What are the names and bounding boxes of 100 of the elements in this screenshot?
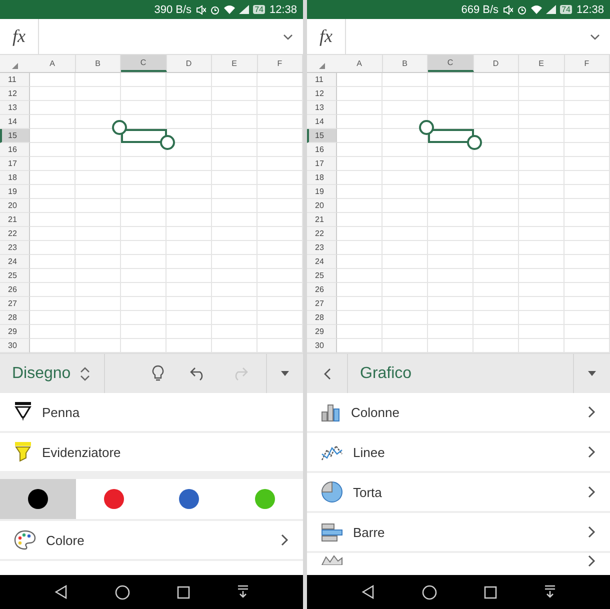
row-header[interactable]: 22 (0, 227, 30, 241)
column-header[interactable]: E (212, 55, 258, 72)
function-button[interactable]: fx (0, 19, 39, 54)
notifications-nav-icon[interactable] (544, 585, 556, 599)
column-chart-icon (321, 402, 341, 422)
mute-icon (196, 4, 206, 14)
row-header[interactable]: 12 (307, 87, 337, 101)
row-header[interactable]: 28 (307, 311, 337, 325)
row-header[interactable]: 17 (0, 157, 30, 171)
selection-handle[interactable] (112, 120, 127, 135)
column-header[interactable]: D (166, 55, 212, 72)
clock: 12:38 (269, 4, 297, 16)
caret-down-icon[interactable] (587, 370, 597, 376)
home-nav-icon[interactable] (114, 584, 130, 600)
row-header[interactable]: 17 (307, 157, 337, 171)
function-button[interactable]: fx (307, 19, 346, 54)
row-header[interactable]: 11 (0, 73, 30, 87)
row-header[interactable]: 26 (0, 283, 30, 297)
mute-icon (502, 4, 513, 14)
row-header[interactable]: 29 (0, 325, 30, 339)
alarm-icon (516, 4, 527, 14)
row-header[interactable]: 21 (307, 213, 337, 227)
row-header[interactable]: 11 (307, 73, 337, 87)
area-chart-icon (321, 555, 343, 565)
signal-icon (546, 5, 556, 14)
toolbar-title: Grafico (359, 364, 413, 382)
column-header[interactable]: C (121, 55, 166, 72)
column-header[interactable]: C (428, 55, 474, 72)
row-header[interactable]: 27 (307, 297, 337, 311)
home-nav-icon[interactable] (422, 584, 437, 600)
chevron-down-icon[interactable] (590, 34, 600, 40)
tool-item[interactable]: Penna (42, 404, 289, 420)
row-header[interactable]: 15 (0, 129, 30, 143)
row-header[interactable]: 22 (307, 227, 337, 241)
wifi-icon (530, 5, 542, 14)
chevron-right-icon (588, 555, 596, 567)
color-swatch[interactable] (0, 479, 76, 519)
battery-level: 74 (560, 5, 572, 14)
recents-nav-icon[interactable] (177, 586, 190, 598)
row-header[interactable]: 23 (307, 241, 337, 255)
chevron-down-icon[interactable] (283, 34, 293, 40)
row-header[interactable]: 25 (0, 269, 30, 283)
row-header[interactable]: 19 (0, 185, 30, 199)
selection-handle[interactable] (419, 120, 434, 135)
selection-handle[interactable] (466, 135, 482, 150)
pen-icon (14, 402, 32, 422)
row-header[interactable]: 28 (0, 311, 30, 325)
row-header[interactable]: 18 (0, 171, 30, 185)
back-nav-icon[interactable] (360, 585, 375, 599)
menu-item[interactable]: Linee (353, 444, 578, 460)
tool-item[interactable]: Evidenziatore (42, 444, 289, 460)
row-header[interactable]: 16 (307, 143, 337, 157)
row-header[interactable]: 29 (307, 325, 337, 339)
column-header[interactable]: D (474, 55, 519, 72)
recents-nav-icon[interactable] (484, 586, 498, 598)
row-header[interactable]: 21 (0, 213, 30, 227)
chevron-right-icon (588, 446, 596, 458)
palette-icon (14, 530, 36, 550)
column-header[interactable]: A (30, 55, 76, 72)
signal-icon (238, 5, 249, 14)
column-header[interactable]: A (337, 55, 382, 72)
toolbar-title[interactable]: Disegno (0, 364, 70, 382)
row-header[interactable]: 24 (307, 255, 337, 269)
back-nav-icon[interactable] (54, 585, 68, 599)
notifications-nav-icon[interactable] (237, 585, 250, 599)
select-all-icon[interactable] (12, 63, 18, 69)
row-header[interactable]: 12 (0, 87, 30, 101)
column-header[interactable]: F (564, 55, 610, 72)
row-header[interactable]: 25 (307, 269, 337, 283)
pie-chart-icon (321, 481, 343, 503)
row-header[interactable]: 30 (0, 339, 30, 353)
menu-item[interactable]: Colore (46, 532, 271, 548)
column-header[interactable]: E (519, 55, 564, 72)
row-header[interactable]: 27 (0, 297, 30, 311)
row-header[interactable]: 20 (307, 199, 337, 213)
row-header[interactable]: 30 (307, 339, 337, 353)
row-header[interactable]: 14 (307, 115, 337, 129)
menu-item[interactable]: Barre (353, 524, 578, 540)
menu-item[interactable]: Torta (353, 484, 578, 500)
row-header[interactable]: 13 (307, 101, 337, 115)
row-header[interactable]: 13 (0, 101, 30, 115)
highlighter-icon (14, 442, 32, 462)
row-header[interactable]: 15 (307, 129, 337, 143)
menu-item[interactable]: Colonne (351, 404, 578, 420)
row-header[interactable]: 18 (307, 171, 337, 185)
row-header[interactable]: 24 (0, 255, 30, 269)
caret-down-icon[interactable] (280, 370, 290, 376)
row-header[interactable]: 16 (0, 143, 30, 157)
row-header[interactable]: 26 (307, 283, 337, 297)
selection-handle[interactable] (160, 135, 174, 150)
row-header[interactable]: 14 (0, 115, 30, 129)
row-header[interactable]: 23 (0, 241, 30, 255)
chevron-right-icon (588, 406, 596, 418)
row-header[interactable]: 19 (307, 185, 337, 199)
wifi-icon (224, 5, 235, 14)
clock: 12:38 (576, 4, 604, 16)
chevron-right-icon (588, 486, 596, 498)
row-header[interactable]: 20 (0, 199, 30, 213)
select-all-icon[interactable] (319, 63, 325, 69)
bar-chart-icon (321, 522, 343, 542)
